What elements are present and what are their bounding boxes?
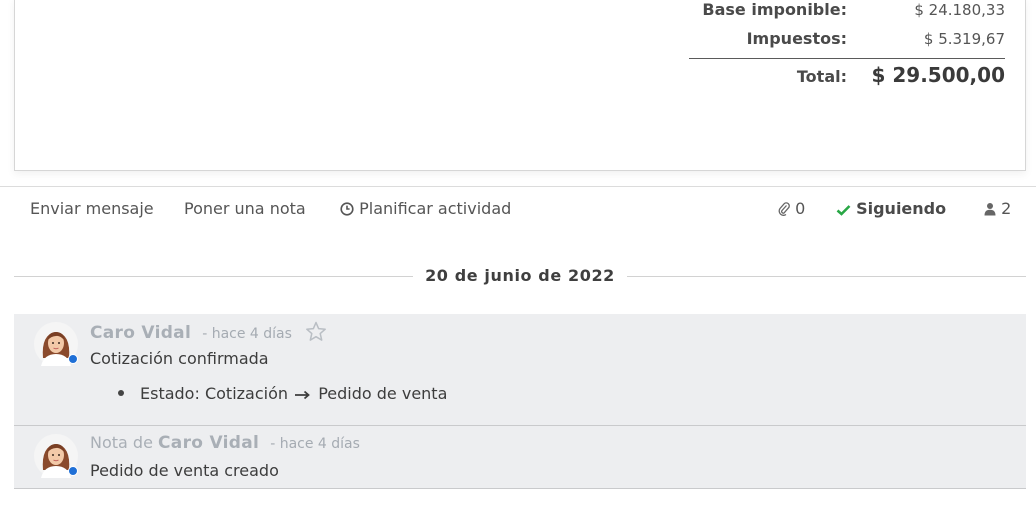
followers-button[interactable]: 2 [984,199,1011,218]
totals-summary: Base imponible: $ 24.180,33 Impuestos: $… [689,0,1005,92]
message-body: Cotización confirmada [90,349,269,368]
untaxed-amount-value: $ 24.180,33 [914,1,1005,19]
total-row: Total: $ 29.500,00 [689,58,1005,92]
schedule-activity-button[interactable]: Planificar actividad [340,199,511,218]
date-separator-label: 20 de junio de 2022 [413,266,627,285]
total-value: $ 29.500,00 [871,63,1006,87]
send-message-button[interactable]: Enviar mensaje [30,199,154,218]
follow-button[interactable]: Siguiendo [836,199,946,218]
taxes-label: Impuestos: [746,29,847,48]
paperclip-icon [778,202,790,216]
log-note-button[interactable]: Poner una nota [184,199,306,218]
avatar[interactable] [34,322,78,366]
online-status-dot [68,354,78,364]
tracking-value-item: Estado: Cotización Pedido de venta [118,384,447,404]
message-author[interactable]: Caro Vidal [158,433,259,453]
followers-count: 2 [1001,199,1012,218]
message-item: Caro Vidal - hace 4 días Cotización conf… [14,314,1026,426]
tracking-old-value: Cotización [204,384,289,403]
user-icon [984,203,996,216]
total-label: Total: [796,67,847,86]
taxes-value: $ 5.319,67 [923,30,1005,48]
message-author[interactable]: Caro Vidal [90,323,191,343]
message-item: Nota de Caro Vidal - hace 4 días Pedido … [14,426,1026,489]
message-header: Caro Vidal - hace 4 días [90,321,327,346]
note-prefix: Nota de [90,433,153,452]
bullet-icon [118,390,124,396]
order-sheet: Base imponible: $ 24.180,33 Impuestos: $… [14,0,1026,171]
check-icon [836,205,851,216]
following-label: Siguiendo [856,199,947,218]
arrow-right-icon [295,385,311,404]
message-date: - hace 4 días [270,436,360,452]
clock-icon [340,202,354,216]
attachments-button[interactable]: 0 [778,199,805,218]
chatter-toolbar: Enviar mensaje Poner una nota Planificar… [14,194,1026,224]
star-icon[interactable] [305,321,327,346]
tracking-new-value: Pedido de venta [318,384,448,403]
untaxed-amount-label: Base imponible: [702,0,847,19]
message-date: - hace 4 días [202,326,292,342]
chatter-divider [0,186,1036,187]
date-separator: 20 de junio de 2022 [14,262,1026,292]
message-header: Nota de Caro Vidal - hace 4 días [90,433,360,453]
message-body: Pedido de venta creado [90,461,279,480]
tracking-field: Estado: [140,384,200,403]
avatar[interactable] [34,434,78,478]
attachments-count: 0 [795,199,806,218]
schedule-activity-label: Planificar actividad [359,199,512,218]
untaxed-amount-row: Base imponible: $ 24.180,33 [689,0,1005,29]
taxes-row: Impuestos: $ 5.319,67 [689,29,1005,58]
online-status-dot [68,466,78,476]
